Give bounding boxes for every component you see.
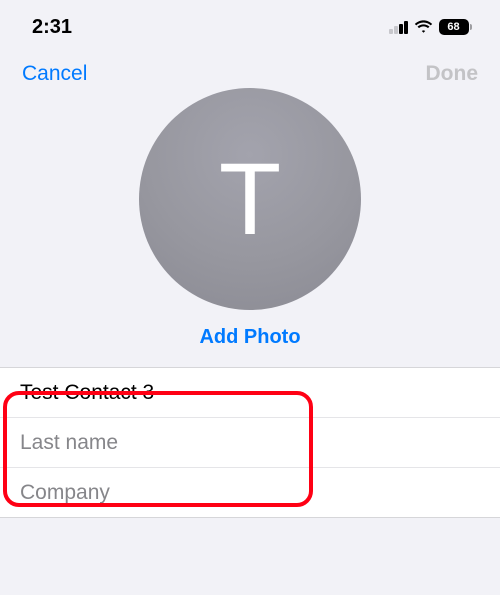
- status-indicators: 68: [389, 19, 472, 35]
- status-time: 2:31: [32, 16, 72, 39]
- battery-percentage: 68: [447, 22, 459, 33]
- last-name-row[interactable]: [0, 418, 500, 468]
- contact-avatar[interactable]: T: [139, 88, 361, 310]
- avatar-initial: T: [219, 148, 281, 250]
- done-button[interactable]: Done: [426, 62, 479, 86]
- last-name-input[interactable]: [20, 431, 480, 455]
- first-name-input[interactable]: [20, 381, 480, 405]
- cellular-signal-icon: [389, 21, 408, 34]
- name-form-section: [0, 367, 500, 518]
- status-bar: 2:31 68: [0, 0, 500, 48]
- company-input[interactable]: [20, 481, 480, 505]
- wifi-icon: [414, 20, 433, 34]
- add-photo-button[interactable]: Add Photo: [199, 326, 300, 349]
- cancel-button[interactable]: Cancel: [22, 62, 87, 86]
- company-row[interactable]: [0, 468, 500, 517]
- battery-icon: 68: [439, 19, 473, 35]
- avatar-section: T Add Photo: [0, 96, 500, 367]
- first-name-row[interactable]: [0, 368, 500, 418]
